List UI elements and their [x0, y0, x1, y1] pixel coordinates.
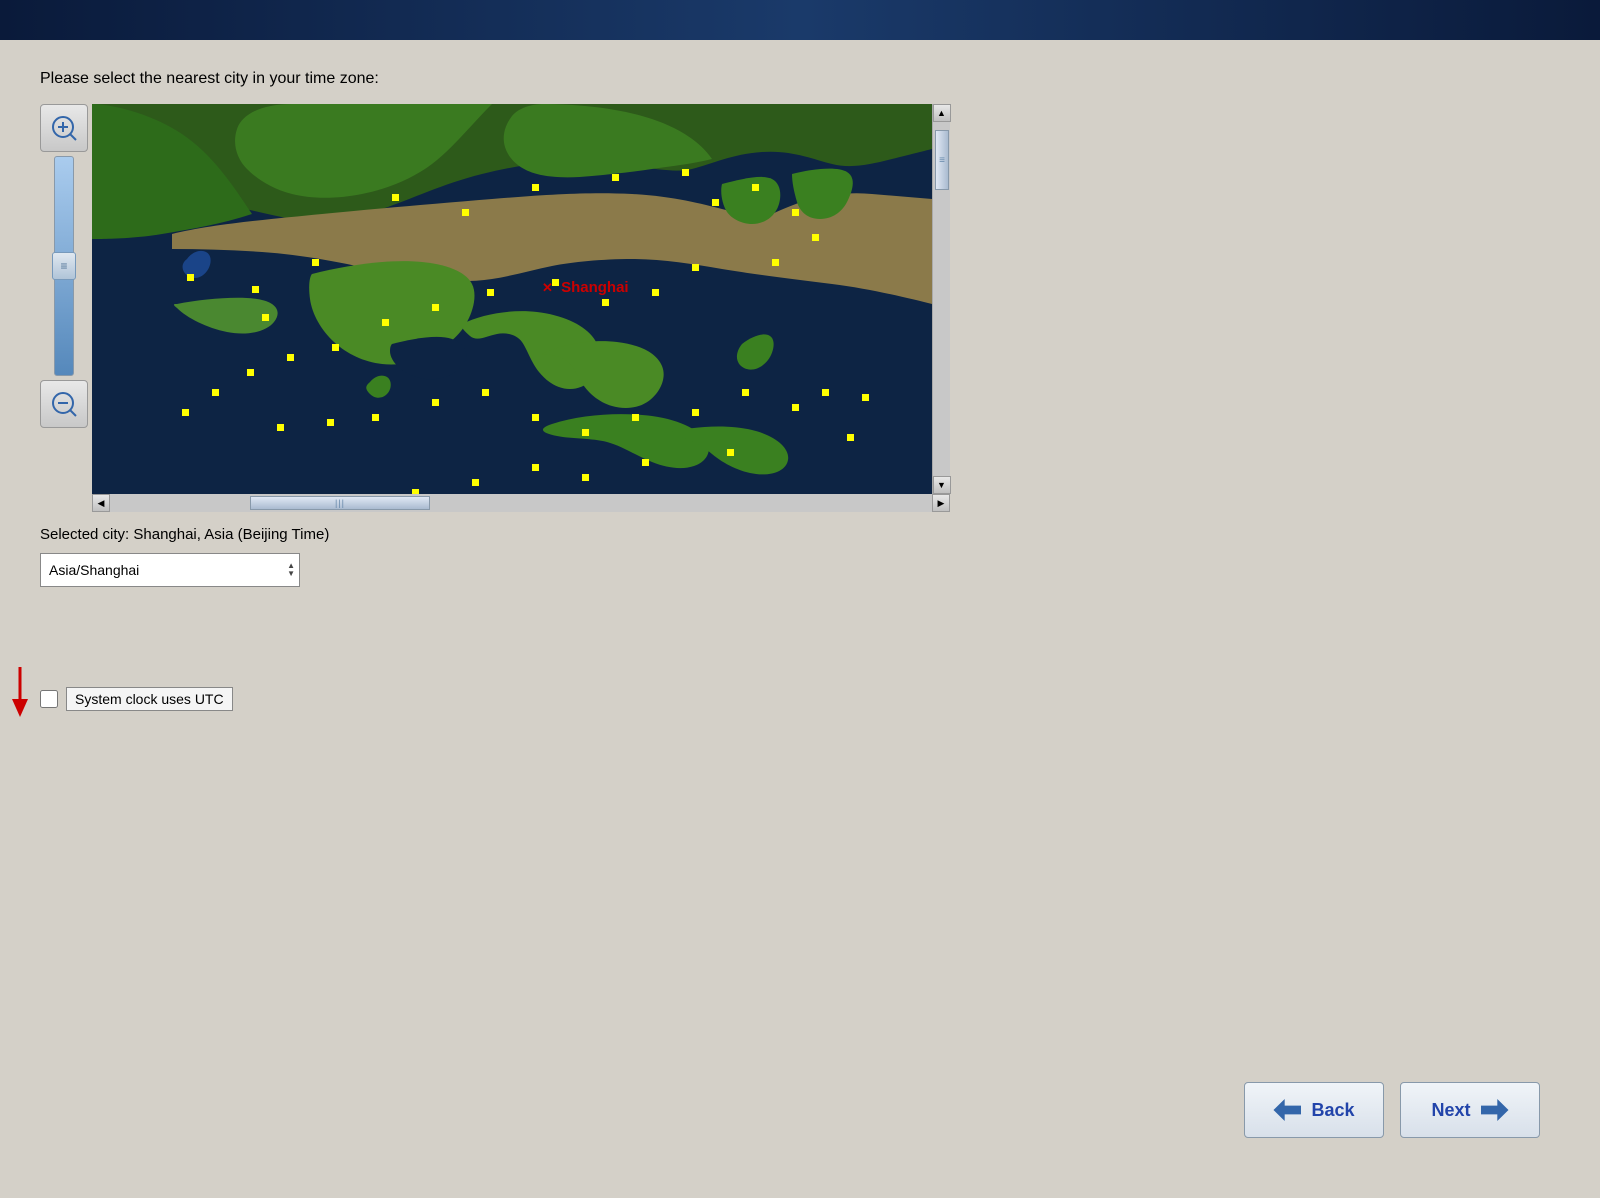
map-svg	[92, 104, 932, 494]
scrollbar-vertical-thumb[interactable]	[935, 130, 949, 190]
next-arrow-icon	[1481, 1099, 1509, 1121]
scroll-down-button[interactable]: ▼	[933, 476, 951, 494]
back-button-label: Back	[1311, 1100, 1354, 1121]
next-button[interactable]: Next	[1400, 1082, 1540, 1138]
utc-label[interactable]: System clock uses UTC	[66, 687, 233, 711]
back-arrow-icon	[1273, 1099, 1301, 1121]
scroll-left-button[interactable]: ◀	[92, 494, 110, 512]
next-button-label: Next	[1431, 1100, 1470, 1121]
utc-checkbox[interactable]	[40, 690, 58, 708]
select-spinner: ▲ ▼	[287, 556, 295, 584]
scroll-right-button[interactable]: ▶	[932, 494, 950, 512]
scrollbar-vertical-track[interactable]	[933, 122, 950, 476]
scrollbar-horizontal-thumb[interactable]	[250, 496, 430, 510]
timezone-select-wrapper[interactable]: Asia/Shanghai Asia/Tokyo Asia/Seoul Asia…	[40, 553, 300, 587]
arrow-indicator	[2, 667, 38, 720]
vertical-scrollbar[interactable]: ▲ ▼	[932, 104, 950, 494]
scroll-up-button[interactable]: ▲	[933, 104, 951, 122]
selected-city-label: Selected city: Shanghai, Asia (Beijing T…	[40, 526, 1560, 543]
bottom-buttons: Back Next	[1244, 1082, 1540, 1138]
zoom-slider-track[interactable]	[54, 156, 74, 376]
spinner-down[interactable]: ▼	[287, 570, 295, 578]
instruction-label: Please select the nearest city in your t…	[40, 70, 1560, 88]
utc-section: System clock uses UTC	[40, 687, 1560, 711]
header-bar	[0, 0, 1600, 40]
zoom-slider-thumb[interactable]	[52, 252, 76, 280]
scrollbar-horizontal-track[interactable]	[110, 494, 932, 512]
zoom-controls	[40, 104, 88, 428]
timezone-select[interactable]: Asia/Shanghai Asia/Tokyo Asia/Seoul Asia…	[41, 554, 299, 586]
map-area[interactable]: ✕ Shanghai	[92, 104, 932, 494]
zoom-out-button[interactable]	[40, 380, 88, 428]
zoom-in-button[interactable]	[40, 104, 88, 152]
back-button[interactable]: Back	[1244, 1082, 1384, 1138]
